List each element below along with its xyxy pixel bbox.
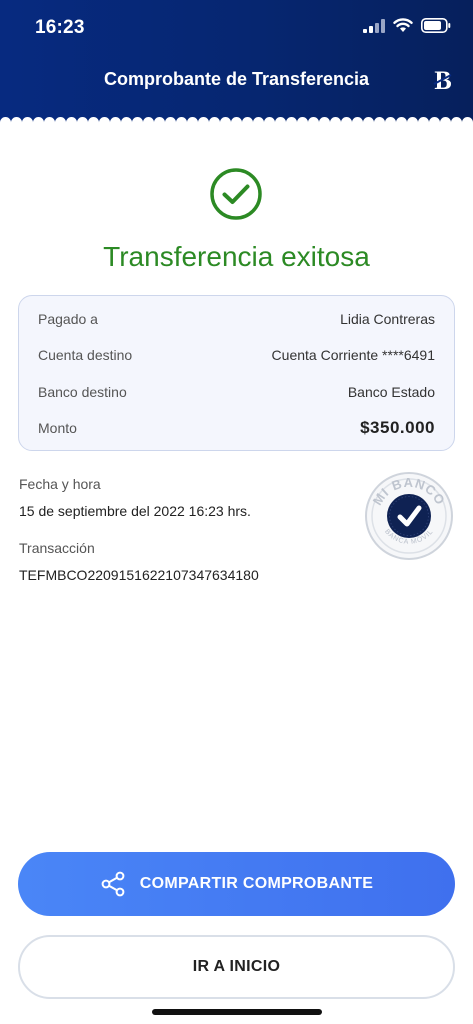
summary-row-amount: Monto $350.000 xyxy=(38,418,435,438)
summary-value: Banco Estado xyxy=(347,384,435,400)
summary-value: Cuenta Corriente ****6491 xyxy=(271,347,435,363)
header-scalloped-edge xyxy=(0,117,473,128)
summary-row-bank: Banco destino Banco Estado xyxy=(38,382,435,402)
transaction-label: Transacción xyxy=(19,540,95,556)
status-time: 16:23 xyxy=(35,17,85,38)
amount-value: $350.000 xyxy=(360,418,435,437)
bank-b-logo-icon[interactable]: B xyxy=(431,66,455,94)
summary-row-account: Cuenta destino Cuenta Corriente ****6491 xyxy=(38,345,435,365)
summary-label: Banco destino xyxy=(38,384,127,400)
header-bar: 16:23 Comprobante de Transferencia B xyxy=(0,0,473,128)
home-button-label: IR A INICIO xyxy=(192,958,281,975)
transaction-value: TEFMBCO220915162210734763418​0 xyxy=(19,567,259,583)
transfer-summary-card: Pagado a Lidia Contreras Cuenta destino … xyxy=(18,295,455,451)
date-value: 15 de septiembre del 2022 16:23 hrs. xyxy=(19,503,251,519)
wifi-icon xyxy=(393,18,413,32)
page-title: Comprobante de Transferencia xyxy=(103,69,370,89)
home-indicator xyxy=(152,1009,322,1015)
status-icons xyxy=(363,18,451,33)
go-home-button[interactable]: IR A INICIO xyxy=(18,935,455,999)
summary-value: Lidia Contreras xyxy=(340,311,435,327)
summary-label: Monto xyxy=(38,420,77,436)
summary-row-recipient: Pagado a Lidia Contreras xyxy=(38,309,435,329)
check-circle-icon xyxy=(210,168,262,220)
share-receipt-button[interactable]: COMPARTIR COMPROBANTE xyxy=(18,852,455,916)
success-title: Transferencia exitosa xyxy=(103,241,370,272)
share-button-label: COMPARTIR COMPROBANTE xyxy=(139,875,374,892)
share-icon xyxy=(101,871,125,897)
date-label: Fecha y hora xyxy=(19,476,101,492)
battery-icon xyxy=(421,18,451,33)
summary-label: Cuenta destino xyxy=(38,347,133,363)
mi-banco-seal-icon: MI BANCO BANCA MÓVIL xyxy=(365,472,453,560)
summary-label: Pagado a xyxy=(38,311,98,327)
signal-icon xyxy=(363,18,385,33)
